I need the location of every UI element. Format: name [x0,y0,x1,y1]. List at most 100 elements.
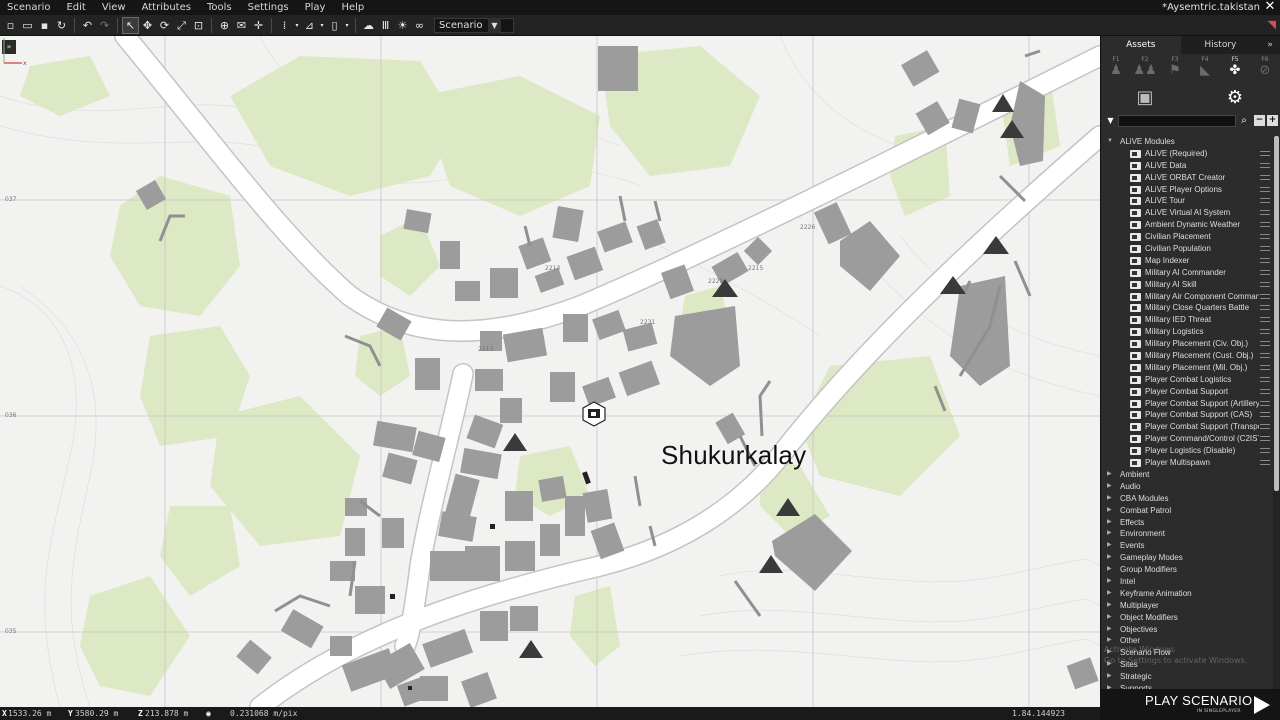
map-view[interactable]: 2213 2213 2231 2229 2215 2226 » Shukurka… [0,36,1100,707]
lighting-icon[interactable]: Ⅲ [378,18,393,33]
chevron-down-icon[interactable]: ▼ [488,18,501,33]
tree-module-item[interactable]: ALiVE Player Options [1101,184,1273,196]
tree-module-item[interactable]: Player Logistics (Disable) [1101,445,1273,457]
vertical-snap-icon[interactable]: ⊿ [302,18,317,33]
tree-module-item[interactable]: Military Placement (Mil. Obj.) [1101,362,1273,374]
sun-icon[interactable]: ☀ [395,18,410,33]
menu-settings[interactable]: Settings [240,0,297,15]
tree-category-open[interactable]: ▼ ALiVE Modules [1101,136,1273,148]
tree-module-item[interactable]: ALiVE Virtual AI System [1101,207,1273,219]
play-scenario-button[interactable]: PLAY SCENARIO IN SINGLEPLAYER [1101,689,1280,720]
system-modules-icon[interactable]: ▣ [1133,86,1157,110]
undo-icon[interactable]: ↶ [80,18,95,33]
category-modules[interactable]: F5 ✤ [1223,56,1247,79]
category-triggers[interactable]: F3 ⚑ [1163,56,1187,79]
map-toggle-icon[interactable]: ⊕ [217,18,232,33]
tree-category[interactable]: ▶ Object Modifiers [1101,612,1273,624]
tree-module-item[interactable]: Military AI Skill [1101,279,1273,291]
menu-view[interactable]: View [94,0,134,15]
tree-category[interactable]: ▶ Group Modifiers [1101,564,1273,576]
tree-module-item[interactable]: ALiVE Tour [1101,195,1273,207]
tree-module-item[interactable]: Civilian Placement [1101,231,1273,243]
tree-category[interactable]: ▶ Strategic [1101,671,1273,683]
new-file-icon[interactable]: ▫ [3,18,18,33]
tab-assets[interactable]: Assets [1101,36,1181,54]
menu-attributes[interactable]: Attributes [134,0,199,15]
area-tool-icon[interactable]: ⊡ [191,18,206,33]
asset-tree[interactable]: ▼ ALiVE Modules ALiVE (Required) ALiVE Da… [1101,136,1273,689]
menu-help[interactable]: Help [333,0,372,15]
tree-module-item[interactable]: ALiVE Data [1101,160,1273,172]
chevron-down-icon[interactable]: ▾ [319,18,325,33]
ruler-icon[interactable]: ▯ [327,18,342,33]
tree-module-item[interactable]: Player Combat Logistics [1101,374,1273,386]
tree-module-item[interactable]: Player Multispawn [1101,457,1273,469]
tree-module-item[interactable]: Player Combat Support (CAS) [1101,409,1273,421]
menu-edit[interactable]: Edit [58,0,93,15]
notification-icon[interactable]: ◥ [1268,18,1276,31]
menu-play[interactable]: Play [297,0,334,15]
filter-dropdown-icon[interactable]: ▼ [1105,115,1116,127]
tree-module-item[interactable]: Military AI Commander [1101,267,1273,279]
chevron-down-icon[interactable]: ▾ [344,18,350,33]
search-icon[interactable]: ⌕ [1237,114,1251,128]
expand-all-icon[interactable]: + [1267,115,1278,126]
tree-module-item[interactable]: Military Placement (Cust. Obj.) [1101,350,1273,362]
module-hex-icon[interactable] [582,401,606,427]
weather-icon[interactable]: ☁ [361,18,376,33]
gear-icon[interactable]: ⚙ [1223,86,1247,110]
tab-history[interactable]: History [1181,36,1261,54]
snap-surface-icon[interactable]: ✛ [251,18,266,33]
menu-tools[interactable]: Tools [199,0,240,15]
scale-tool-icon[interactable]: ⤢ [174,18,189,33]
save-icon[interactable]: ▪ [37,18,52,33]
tree-category[interactable]: ▶ Effects [1101,517,1273,529]
tree-module-item[interactable]: Military IED Threat [1101,314,1273,326]
chevron-down-icon[interactable]: ▾ [294,18,300,33]
panel-expand-icon[interactable]: » [1260,36,1280,54]
rotate-tool-icon[interactable]: ⟳ [157,18,172,33]
restart-icon[interactable]: ↻ [54,18,69,33]
tree-module-item[interactable]: Ambient Dynamic Weather [1101,219,1273,231]
scrollbar-thumb[interactable] [1274,136,1279,491]
tree-scrollbar[interactable] [1273,136,1280,689]
tree-module-item[interactable]: Civilian Population [1101,243,1273,255]
tree-module-item[interactable]: Map Indexer [1101,255,1273,267]
tree-category[interactable]: ▶ Multiplayer [1101,600,1273,612]
tree-module-item[interactable]: ALiVE ORBAT Creator [1101,172,1273,184]
menu-scenario[interactable]: Scenario [0,0,58,15]
open-folder-icon[interactable]: ▭ [20,18,35,33]
collapse-all-icon[interactable]: − [1254,115,1265,126]
mode-select[interactable]: Scenario [434,17,514,33]
close-icon[interactable]: ✕ [1263,0,1277,15]
category-unavailable[interactable]: F6 ⊘ [1253,56,1277,79]
tree-module-item[interactable]: Player Combat Support [1101,386,1273,398]
snap-icon[interactable]: ✉ [234,18,249,33]
map-canvas[interactable]: 2213 2213 2231 2229 2215 2226 [0,36,1100,707]
tree-category[interactable]: ▶ Audio [1101,481,1273,493]
tree-category[interactable]: ▶ Events [1101,540,1273,552]
asset-search-input[interactable] [1118,115,1236,127]
move-tool-icon[interactable]: ✥ [140,18,155,33]
tree-module-item[interactable]: Military Air Component Commander [1101,291,1273,303]
vision-icon[interactable]: ∞ [412,18,427,33]
grid-icon[interactable]: ⁞ [277,18,292,33]
tree-category[interactable]: ▶ Gameplay Modes [1101,552,1273,564]
tree-category[interactable]: ▶ CBA Modules [1101,493,1273,505]
tree-category[interactable]: ▶ Intel [1101,576,1273,588]
select-tool-icon[interactable]: ↖ [122,16,139,34]
tree-module-item[interactable]: Military Logistics [1101,326,1273,338]
tree-category[interactable]: ▶ Ambient [1101,469,1273,481]
tree-category[interactable]: ▶ Environment [1101,528,1273,540]
tree-module-item[interactable]: ALiVE (Required) [1101,148,1273,160]
tree-category[interactable]: ▶ Combat Patrol [1101,505,1273,517]
tree-module-item[interactable]: Player Command/Control (C2ISTAR) [1101,433,1273,445]
tree-module-item[interactable]: Military Close Quarters Battle [1101,302,1273,314]
category-markers[interactable]: F4 ◣ [1193,56,1217,79]
tree-module-item[interactable]: Player Combat Support (Artillery) [1101,398,1273,410]
category-groups[interactable]: F2 ♟♟ [1133,56,1157,79]
tree-module-item[interactable]: Player Combat Support (Transport) [1101,421,1273,433]
redo-icon[interactable]: ↷ [97,18,112,33]
tree-category[interactable]: ▶ Objectives [1101,624,1273,636]
tree-module-item[interactable]: Military Placement (Civ. Obj.) [1101,338,1273,350]
